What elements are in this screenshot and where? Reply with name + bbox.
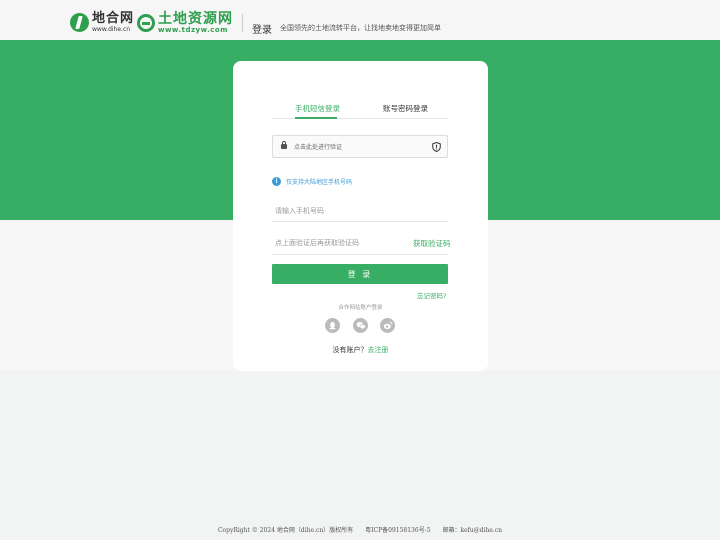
notice-text: 仅支持大陆地区手机号码 [286,179,353,186]
lock-icon [281,141,287,149]
phone-input[interactable] [272,200,448,222]
forgot-password-link[interactable]: 忘记密码? [417,290,446,300]
no-account-text: 没有账户？ [332,346,368,354]
header-divider [242,14,243,32]
dihe-logo[interactable]: 地合网 www.dihe.cn [70,12,134,33]
tdzyw-logo[interactable]: 土地资源网 www.tdzyw.com [137,12,233,34]
login-card: 手机短信登录 账号密码登录 点击此处进行验证 i 仅支持大陆地区手机号码 获取验… [233,61,488,371]
login-button[interactable]: 登 录 [272,264,448,284]
top-header: 地合网 www.dihe.cn 土地资源网 www.tdzyw.com 登录 全… [0,0,720,40]
code-input-underline [272,254,448,255]
get-code-button[interactable]: 获取验证码 [413,238,451,249]
page-title: 登录 [252,25,272,36]
header-slogan: 全国领先的土地流转平台，让找地卖地变得更加简单 [280,24,441,32]
footer-email: 邮箱：kefu@dihe.cn [442,527,503,534]
weibo-icon [383,321,392,330]
captcha-verify-button[interactable]: 点击此处进行验证 [272,135,448,158]
tab-sms-login[interactable]: 手机短信登录 [295,103,340,114]
register-row: 没有账户？去注册 [233,345,488,355]
footer-icp[interactable]: 粤ICP备09158136号-5 [365,527,430,534]
wechat-icon [356,321,366,330]
footer-copyright: CopyRight © 2024 地合网（dihe.cn）版权所有 [217,527,354,534]
logo-dihe-icon [70,13,89,32]
tab-active-indicator [295,117,337,119]
tdzyw-logo-name: 土地资源网 [158,11,233,27]
info-icon: i [272,177,281,186]
qq-icon [329,321,336,330]
partner-login-label: 合作网站账户登录 [338,305,383,311]
captcha-label: 点击此处进行验证 [294,144,343,151]
register-link[interactable]: 去注册 [368,346,389,354]
logo-tdzyw-icon [137,14,155,32]
dihe-logo-name: 地合网 [92,11,135,26]
sms-code-input[interactable] [272,232,402,254]
footer: CopyRight © 2024 地合网（dihe.cn）版权所有 粤ICP备0… [0,525,720,534]
tab-password-login[interactable]: 账号密码登录 [383,103,428,114]
dihe-logo-url: www.dihe.cn [92,26,131,33]
weibo-login-button[interactable] [380,318,395,333]
tdzyw-logo-url: www.tdzyw.com [158,26,229,34]
phone-region-notice: i 仅支持大陆地区手机号码 [272,177,352,186]
qq-login-button[interactable] [325,318,340,333]
shield-icon [432,142,441,152]
wechat-login-button[interactable] [353,318,368,333]
